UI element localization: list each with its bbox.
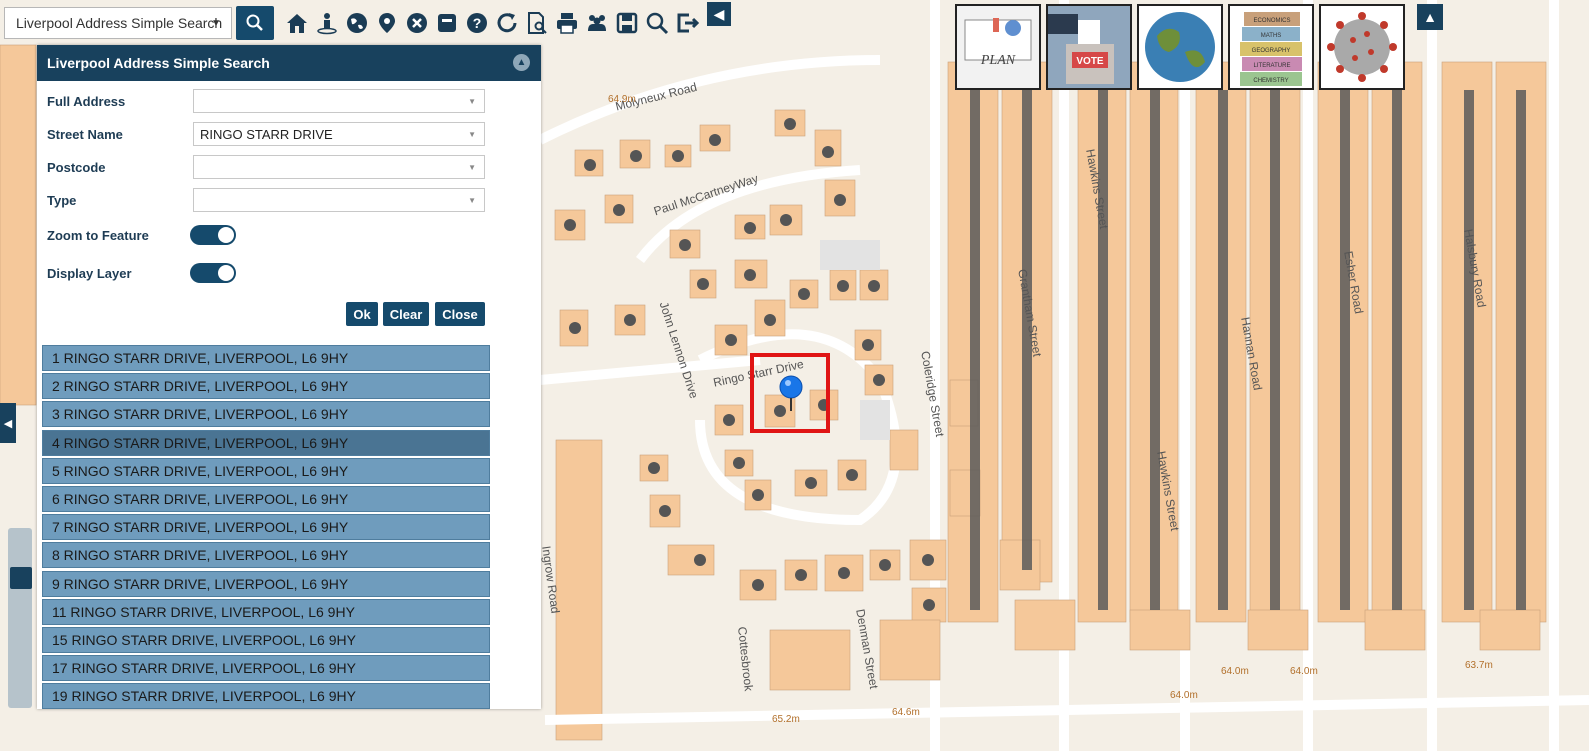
zoom-slider[interactable] [8, 528, 32, 708]
save-icon[interactable] [612, 7, 642, 39]
collapse-thumbnails-button[interactable]: ▲ [1417, 4, 1443, 30]
plan-text: PLAN [980, 53, 1016, 68]
virus-image [1321, 6, 1403, 88]
street-view-icon[interactable] [312, 7, 342, 39]
virus-thumbnail[interactable] [1319, 4, 1405, 90]
full-address-field[interactable]: ▼ [193, 89, 485, 113]
postcode-label: Postcode [47, 160, 106, 175]
result-item[interactable]: 15 RINGO STARR DRIVE, LIVERPOOL, L6 9HY [42, 626, 490, 653]
postcode-field[interactable]: ▼ [193, 155, 485, 179]
search-type-value: Liverpool Address Simple Search [16, 15, 223, 31]
home-icon[interactable] [282, 7, 312, 39]
type-label: Type [47, 193, 77, 208]
ok-button[interactable]: Ok [346, 302, 378, 326]
chevron-left-icon: ◀ [3, 417, 13, 430]
book-label: ECONOMICS [1253, 18, 1290, 24]
books-image: ECONOMICS MATHS GEOGRAPHY LITERATURE CHE… [1230, 6, 1312, 88]
display-layer-toggle[interactable] [190, 263, 236, 283]
search-icon [246, 14, 263, 31]
book-label: LITERATURE [1254, 63, 1291, 69]
chevron-down-icon: ▼ [211, 18, 221, 29]
street-name-label: Street Name [47, 127, 123, 142]
street-name-value: RINGO STARR DRIVE [200, 126, 333, 142]
book-label: GEOGRAPHY [1252, 48, 1291, 54]
elevation-label: 64.9m [608, 94, 636, 105]
result-item[interactable]: 19 RINGO STARR DRIVE, LIVERPOOL, L6 9HY [42, 683, 490, 710]
chevron-up-icon[interactable]: ▲ [513, 54, 530, 71]
type-field[interactable]: ▼ [193, 188, 485, 212]
refresh-icon[interactable] [492, 7, 522, 39]
close-button[interactable]: Close [435, 302, 485, 326]
results-list: 1 RINGO STARR DRIVE, LIVERPOOL, L6 9HY 2… [42, 345, 490, 711]
magnifier-icon[interactable] [642, 7, 672, 39]
books-thumbnail[interactable]: ECONOMICS MATHS GEOGRAPHY LITERATURE CHE… [1228, 4, 1314, 90]
vote-image: VOTE [1048, 6, 1130, 88]
zoom-to-feature-toggle[interactable] [190, 225, 236, 245]
display-layer-label: Display Layer [47, 266, 132, 281]
panel-title: Liverpool Address Simple Search [47, 55, 270, 71]
zoom-slider-handle[interactable] [10, 567, 32, 589]
panel-header: Liverpool Address Simple Search ▲ [37, 45, 541, 81]
full-address-label: Full Address [47, 94, 126, 109]
chevron-down-icon: ▼ [468, 130, 476, 139]
close-circle-icon[interactable] [402, 7, 432, 39]
chevron-up-icon: ▲ [1423, 9, 1437, 25]
plan-thumbnail[interactable]: PLAN [955, 4, 1041, 90]
street-name-field[interactable]: RINGO STARR DRIVE ▼ [193, 122, 485, 146]
plan-image: PLAN [957, 6, 1039, 88]
exit-icon[interactable] [672, 7, 702, 39]
chevron-down-icon: ▼ [468, 163, 476, 172]
print-icon[interactable] [552, 7, 582, 39]
elevation-label: 64.0m [1170, 690, 1198, 701]
simple-search-panel: Liverpool Address Simple Search ▲ Full A… [37, 45, 541, 711]
expand-left-panel-button[interactable]: ◀ [0, 403, 16, 443]
elevation-label: 64.6m [892, 707, 920, 718]
chevron-left-icon: ◀ [713, 5, 725, 22]
users-icon[interactable] [582, 7, 612, 39]
result-item[interactable]: 11 RINGO STARR DRIVE, LIVERPOOL, L6 9HY [42, 598, 490, 625]
zoom-to-feature-label: Zoom to Feature [47, 228, 149, 243]
top-toolbar: Liverpool Address Simple Search ▼ ? [4, 6, 702, 40]
elevation-label: 65.2m [772, 714, 800, 725]
book-label: CHEMISTRY [1253, 78, 1288, 84]
globe-thumbnail[interactable] [1137, 4, 1223, 90]
search-button[interactable] [236, 6, 274, 40]
map-pin-icon[interactable] [372, 7, 402, 39]
vote-text: VOTE [1076, 56, 1104, 67]
help-icon[interactable]: ? [462, 7, 492, 39]
result-item[interactable]: 1 RINGO STARR DRIVE, LIVERPOOL, L6 9HY [42, 345, 490, 371]
elevation-label: 63.7m [1465, 660, 1493, 671]
vote-thumbnail[interactable]: VOTE [1046, 4, 1132, 90]
book-label: MATHS [1261, 33, 1282, 39]
elevation-label: 64.0m [1290, 666, 1318, 677]
panel-icon[interactable] [432, 7, 462, 39]
result-item[interactable]: 2 RINGO STARR DRIVE, LIVERPOOL, L6 9HY [42, 373, 490, 400]
result-item[interactable]: 7 RINGO STARR DRIVE, LIVERPOOL, L6 9HY [42, 514, 490, 541]
globe-icon[interactable] [342, 7, 372, 39]
result-item-selected[interactable]: 4 RINGO STARR DRIVE, LIVERPOOL, L6 9HY [42, 429, 490, 456]
svg-text:?: ? [473, 15, 482, 31]
result-item[interactable]: 3 RINGO STARR DRIVE, LIVERPOOL, L6 9HY [42, 401, 490, 428]
result-item[interactable]: 6 RINGO STARR DRIVE, LIVERPOOL, L6 9HY [42, 485, 490, 512]
elevation-label: 64.0m [1221, 666, 1249, 677]
location-pin-icon[interactable] [779, 375, 803, 411]
chevron-down-icon: ▼ [468, 97, 476, 106]
chevron-down-icon: ▼ [468, 196, 476, 205]
result-item[interactable]: 9 RINGO STARR DRIVE, LIVERPOOL, L6 9HY [42, 570, 490, 597]
collapse-toolbar-button[interactable]: ◀ [707, 2, 731, 26]
result-item[interactable]: 17 RINGO STARR DRIVE, LIVERPOOL, L6 9HY [42, 655, 490, 682]
result-item[interactable]: 8 RINGO STARR DRIVE, LIVERPOOL, L6 9HY [42, 542, 490, 569]
document-search-icon[interactable] [522, 7, 552, 39]
clear-button[interactable]: Clear [383, 302, 429, 326]
globe-image [1139, 6, 1221, 88]
search-type-select[interactable]: Liverpool Address Simple Search ▼ [4, 7, 232, 39]
result-item[interactable]: 5 RINGO STARR DRIVE, LIVERPOOL, L6 9HY [42, 457, 490, 484]
